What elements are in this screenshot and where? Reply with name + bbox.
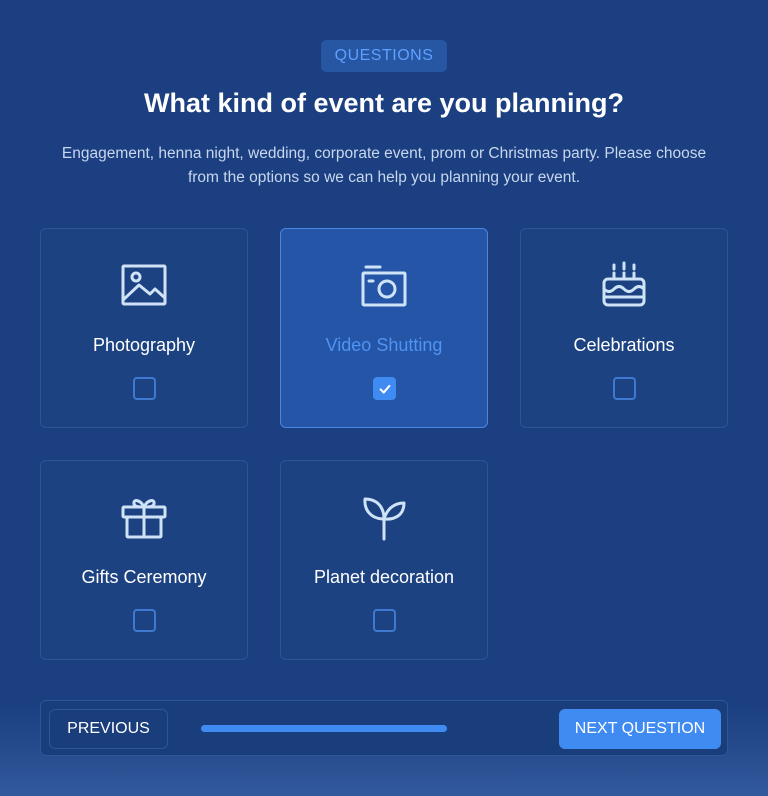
option-checkbox[interactable]	[133, 609, 156, 632]
option-card-celebrations[interactable]: Celebrations	[520, 228, 728, 428]
option-label: Gifts Ceremony	[81, 567, 207, 587]
option-label: Planet decoration	[313, 567, 455, 587]
previous-button[interactable]: PREVIOUS	[49, 709, 168, 749]
option-label: Video Shutting	[325, 335, 443, 355]
gift-icon	[41, 493, 247, 543]
option-card-planet-decoration[interactable]: Planet decoration	[280, 460, 488, 660]
page-title: What kind of event are you planning?	[143, 88, 625, 118]
option-label: Celebrations	[573, 335, 675, 355]
questions-badge: QUESTIONS	[321, 40, 447, 72]
cake-icon	[521, 261, 727, 311]
option-label: Photography	[92, 335, 196, 355]
option-checkbox[interactable]	[373, 377, 396, 400]
option-card-video-shutting[interactable]: Video Shutting	[280, 228, 488, 428]
question-navigation: PREVIOUS NEXT QUESTION	[40, 700, 728, 756]
option-checkbox[interactable]	[373, 609, 396, 632]
check-icon	[379, 384, 390, 394]
option-card-photography[interactable]: Photography	[40, 228, 248, 428]
image-icon	[41, 261, 247, 311]
camera-icon	[281, 261, 487, 311]
option-card-gifts-ceremony[interactable]: Gifts Ceremony	[40, 460, 248, 660]
page-subtitle: Engagement, henna night, wedding, corpor…	[61, 145, 707, 186]
progress-bar-fill	[201, 725, 447, 732]
next-question-button[interactable]: NEXT QUESTION	[559, 709, 721, 749]
option-checkbox[interactable]	[613, 377, 636, 400]
progress-bar	[201, 725, 447, 732]
plant-icon	[281, 493, 487, 543]
option-checkbox[interactable]	[133, 377, 156, 400]
